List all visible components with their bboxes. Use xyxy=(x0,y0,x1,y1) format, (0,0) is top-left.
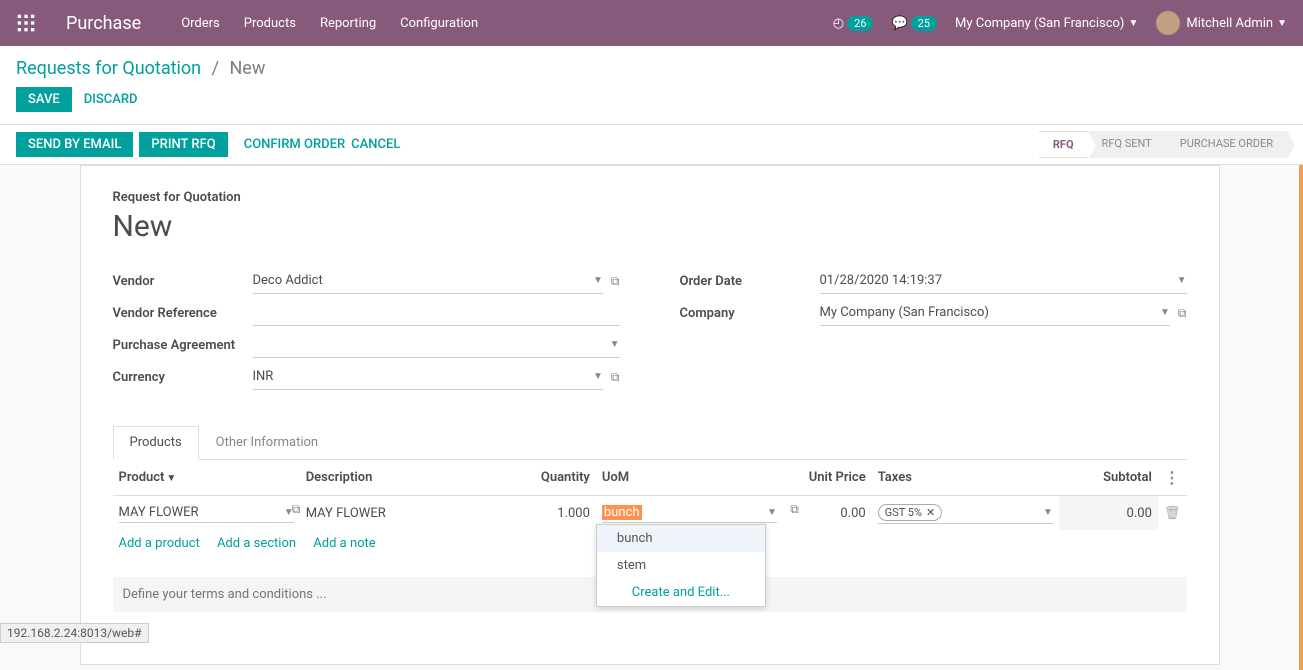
description-cell[interactable]: MAY FLOWER xyxy=(306,506,386,521)
activity-indicator[interactable]: ◴ 26 xyxy=(833,16,874,31)
status-stage-purchase-order[interactable]: PURCHASE ORDER xyxy=(1166,131,1287,158)
trash-icon[interactable]: 🗑 xyxy=(1164,506,1181,521)
uom-dropdown: bunch stem Create and Edit... xyxy=(596,524,766,607)
caret-down-icon: ▼ xyxy=(1177,275,1187,286)
uom-create-edit[interactable]: Create and Edit... xyxy=(597,579,765,606)
nav-orders[interactable]: Orders xyxy=(181,16,220,31)
activity-count: 26 xyxy=(847,16,873,31)
col-unit-price[interactable]: Unit Price xyxy=(783,460,872,496)
products-table: Product▼ Description Quantity UoM Unit P… xyxy=(113,460,1187,557)
avatar xyxy=(1156,11,1180,35)
col-description[interactable]: Description xyxy=(300,460,517,496)
form-sheet: Request for Quotation New Vendor Deco Ad… xyxy=(80,165,1220,665)
order-date-field[interactable]: 01/28/2020 14:19:37▼ xyxy=(820,268,1187,294)
external-link-icon[interactable]: ⧉ xyxy=(292,502,301,517)
top-nav: Purchase Orders Products Reporting Confi… xyxy=(0,0,1303,46)
vendor-ref-field[interactable] xyxy=(253,300,620,326)
sort-desc-icon: ▼ xyxy=(166,473,176,484)
tab-other-information[interactable]: Other Information xyxy=(199,426,335,459)
print-rfq-button[interactable]: PRINT RFQ xyxy=(139,132,227,157)
status-bar: RFQ RFQ SENT PURCHASE ORDER xyxy=(1039,131,1287,158)
product-cell[interactable]: MAY FLOWER▼ xyxy=(119,503,294,523)
company-field[interactable]: My Company (San Francisco)▼ xyxy=(820,300,1170,326)
col-taxes[interactable]: Taxes xyxy=(872,460,1059,496)
col-subtotal[interactable]: Subtotal xyxy=(1059,460,1158,496)
uom-option-stem[interactable]: stem xyxy=(597,552,765,579)
col-uom[interactable]: UoM xyxy=(596,460,783,496)
status-stage-rfq[interactable]: RFQ xyxy=(1039,131,1088,158)
caret-down-icon: ▼ xyxy=(1160,307,1170,318)
caret-down-icon: ▼ xyxy=(1043,507,1053,518)
uom-option-bunch[interactable]: bunch xyxy=(597,525,765,552)
agreement-label: Purchase Agreement xyxy=(113,338,253,353)
status-url: 192.168.2.24:8013/web# xyxy=(0,623,149,643)
caret-down-icon: ▼ xyxy=(1128,18,1138,29)
add-product-link[interactable]: Add a product xyxy=(119,536,200,551)
agreement-field[interactable]: ▼ xyxy=(253,332,620,358)
company-switcher[interactable]: My Company (San Francisco)▼ xyxy=(955,16,1138,31)
vendor-ref-label: Vendor Reference xyxy=(113,306,253,321)
messages-count: 25 xyxy=(911,16,937,31)
chat-icon: 💬 xyxy=(891,16,907,31)
order-date-label: Order Date xyxy=(680,274,820,289)
col-quantity[interactable]: Quantity xyxy=(516,460,596,496)
status-stage-rfq-sent[interactable]: RFQ SENT xyxy=(1088,131,1166,158)
external-link-icon[interactable]: ⧉ xyxy=(611,274,620,289)
external-link-icon[interactable]: ⧉ xyxy=(1178,306,1187,321)
nav-products[interactable]: Products xyxy=(244,16,296,31)
vendor-field[interactable]: Deco Addict▼ xyxy=(253,268,603,294)
tabs: Products Other Information xyxy=(113,426,1187,460)
external-link-icon[interactable]: ⧉ xyxy=(790,502,799,517)
nav-reporting[interactable]: Reporting xyxy=(320,16,376,31)
caret-down-icon: ▼ xyxy=(593,371,603,382)
breadcrumb-root[interactable]: Requests for Quotation xyxy=(16,58,201,79)
uom-cell[interactable]: bunch ▼ xyxy=(602,503,777,523)
discard-button[interactable]: DISCARD xyxy=(84,92,138,107)
caret-down-icon: ▼ xyxy=(610,339,620,350)
subtotal-cell: 0.00 xyxy=(1059,496,1158,531)
external-link-icon[interactable]: ⧉ xyxy=(611,370,620,385)
remove-tag-icon[interactable]: ✕ xyxy=(926,506,935,519)
app-title[interactable]: Purchase xyxy=(66,13,141,34)
breadcrumb: Requests for Quotation / New xyxy=(16,58,1287,79)
clock-icon: ◴ xyxy=(833,16,844,31)
breadcrumb-current: New xyxy=(229,58,265,79)
quantity-cell[interactable]: 1.000 xyxy=(516,496,596,531)
currency-field[interactable]: INR▼ xyxy=(253,364,603,390)
taxes-cell[interactable]: GST 5% ✕ ▼ xyxy=(878,502,1053,524)
tab-products[interactable]: Products xyxy=(113,426,199,460)
control-panel: Requests for Quotation / New SAVE DISCAR… xyxy=(0,46,1303,125)
caret-down-icon: ▼ xyxy=(767,507,777,518)
nav-configuration[interactable]: Configuration xyxy=(400,16,478,31)
uom-selected-text: bunch xyxy=(602,505,642,520)
kebab-menu-icon[interactable]: ⋮ xyxy=(1164,468,1180,487)
company-label: Company xyxy=(680,306,820,321)
apps-icon[interactable] xyxy=(16,13,36,33)
sheet-subtitle: Request for Quotation xyxy=(113,190,1187,205)
messages-indicator[interactable]: 💬 25 xyxy=(891,16,937,31)
user-menu[interactable]: Mitchell Admin▼ xyxy=(1156,11,1287,35)
cancel-button[interactable]: CANCEL xyxy=(351,137,400,152)
add-section-link[interactable]: Add a section xyxy=(217,536,296,551)
send-by-email-button[interactable]: SEND BY EMAIL xyxy=(16,132,133,157)
caret-down-icon: ▼ xyxy=(1277,18,1287,29)
save-button[interactable]: SAVE xyxy=(16,87,72,112)
breadcrumb-separator: / xyxy=(212,58,219,79)
tax-tag[interactable]: GST 5% ✕ xyxy=(878,504,943,521)
add-note-link[interactable]: Add a note xyxy=(313,536,375,551)
confirm-order-button[interactable]: CONFIRM ORDER xyxy=(244,137,345,152)
currency-label: Currency xyxy=(113,370,253,385)
caret-down-icon: ▼ xyxy=(593,275,603,286)
page-title: New xyxy=(113,209,1187,244)
vendor-label: Vendor xyxy=(113,274,253,289)
table-row: MAY FLOWER▼ ⧉ MAY FLOWER 1.000 bunch ▼ ⧉ xyxy=(113,496,1187,531)
col-product[interactable]: Product▼ xyxy=(113,460,300,496)
action-bar: SEND BY EMAIL PRINT RFQ CONFIRM ORDER CA… xyxy=(0,125,1303,165)
